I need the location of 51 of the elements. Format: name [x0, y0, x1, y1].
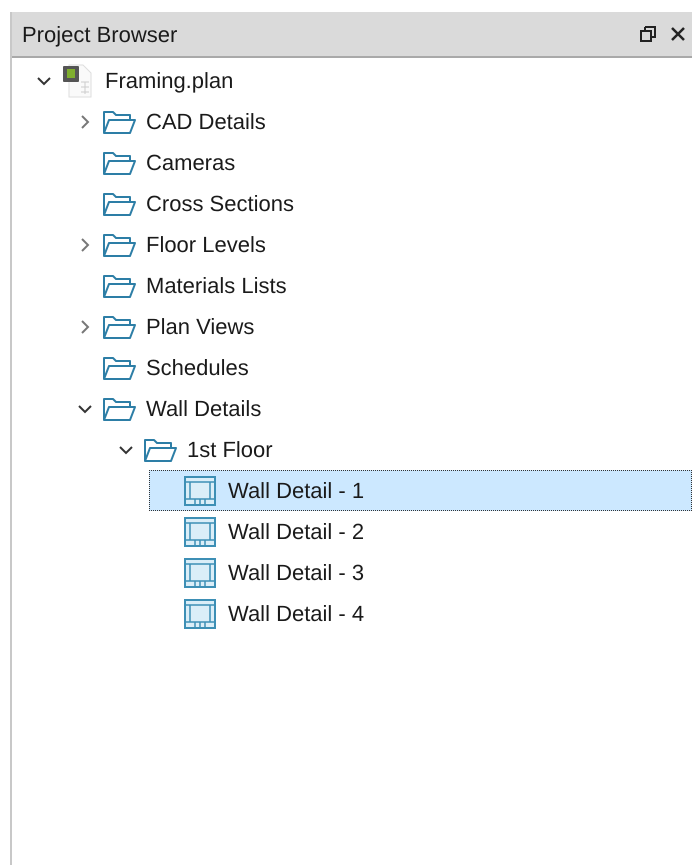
chevron-right-icon[interactable] [80, 114, 90, 130]
tree-item[interactable]: Wall Details [67, 388, 692, 429]
tree-item[interactable]: Wall Detail - 4 [149, 593, 692, 634]
elevation-view-icon [184, 598, 216, 628]
chevron-right-icon[interactable] [80, 236, 90, 252]
folder-icon [102, 272, 136, 298]
folder-icon [102, 150, 136, 176]
item-label: Wall Detail - 4 [228, 600, 364, 628]
restore-icon[interactable] [640, 26, 656, 42]
folder-icon [102, 354, 136, 380]
tree-item[interactable]: 1st Floor [108, 429, 692, 470]
chevron-down-icon[interactable] [77, 404, 93, 414]
tree-item[interactable]: Plan Views [67, 306, 692, 347]
item-label: Wall Details [146, 395, 262, 423]
item-label: Framing.plan [105, 67, 234, 95]
close-icon[interactable] [670, 26, 686, 42]
folder-icon [102, 108, 136, 134]
folder-icon [143, 436, 177, 462]
tree-item[interactable]: Materials Lists [67, 265, 692, 306]
tree-item[interactable]: Wall Detail - 2 [149, 511, 692, 552]
item-label: Wall Detail - 1 [228, 477, 364, 505]
chevron-right-icon[interactable] [80, 318, 90, 334]
item-label: 1st Floor [187, 436, 273, 464]
tree-item[interactable]: Framing.plan [26, 60, 692, 101]
elevation-view-icon [184, 558, 216, 588]
tree-item[interactable]: Cameras [67, 142, 692, 183]
item-label: Schedules [146, 354, 249, 382]
tree-item[interactable]: Schedules [67, 347, 692, 388]
tree-item[interactable]: Wall Detail - 1 [149, 470, 692, 511]
chevron-down-icon[interactable] [36, 76, 52, 86]
folder-icon [102, 396, 136, 422]
item-label: Cameras [146, 149, 236, 177]
item-label: Wall Detail - 3 [228, 559, 364, 587]
folder-icon [102, 190, 136, 216]
folder-icon [102, 232, 136, 258]
item-label: CAD Details [146, 108, 266, 136]
item-label: Cross Sections [146, 190, 294, 218]
folder-icon [102, 314, 136, 340]
tree-item[interactable]: Cross Sections [67, 183, 692, 224]
elevation-view-icon [184, 516, 216, 546]
chevron-down-icon[interactable] [118, 444, 134, 454]
item-label: Plan Views [146, 313, 254, 341]
item-label: Floor Levels [146, 231, 266, 259]
document-icon [61, 64, 93, 98]
tree-item[interactable]: Wall Detail - 3 [149, 552, 692, 593]
panel-title: Project Browser [22, 20, 178, 49]
tree-item[interactable]: Floor Levels [67, 224, 692, 265]
tree-item[interactable]: CAD Details [67, 101, 692, 142]
item-label: Materials Lists [146, 272, 287, 300]
elevation-view-icon [184, 476, 216, 506]
item-label: Wall Detail - 2 [228, 518, 364, 546]
